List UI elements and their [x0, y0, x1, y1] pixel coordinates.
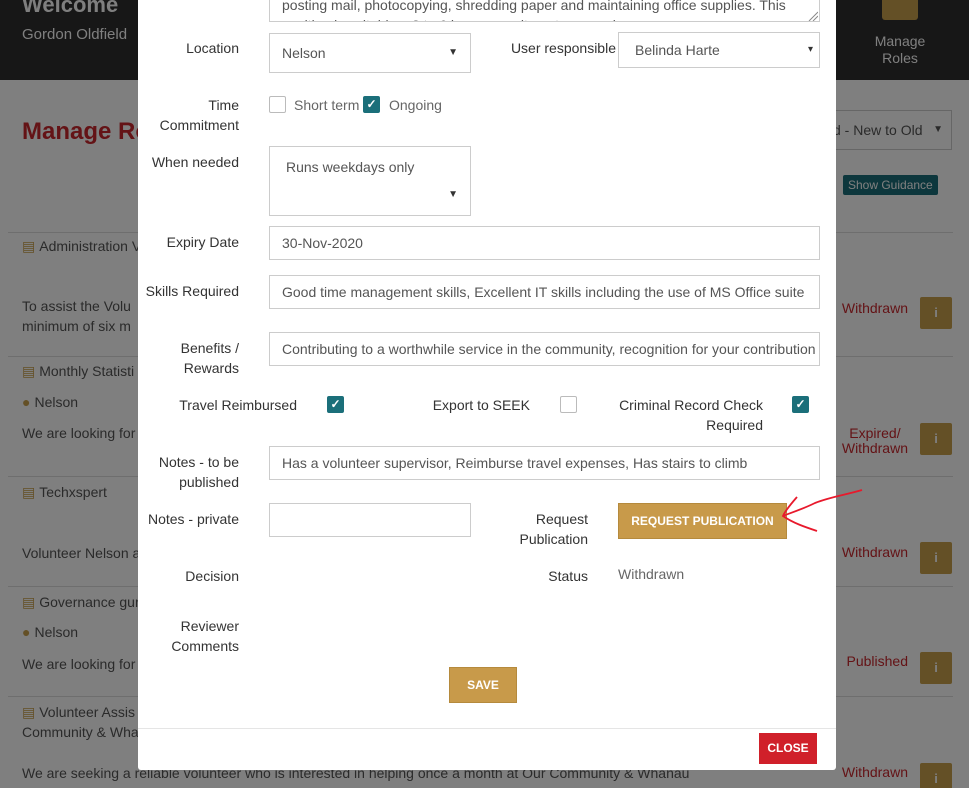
- location-select[interactable]: Nelson ▼: [269, 33, 471, 73]
- notes-private-input[interactable]: [269, 503, 471, 537]
- criminal-record-check-checkbox[interactable]: ✓: [792, 396, 809, 413]
- benefits-rewards-label: Benefits / Rewards: [180, 340, 239, 376]
- notes-published-input[interactable]: Has a volunteer supervisor, Reimburse tr…: [269, 446, 820, 480]
- user-responsible-label: User responsible: [510, 40, 616, 56]
- description-text: posting mail, photocopying, shredding pa…: [282, 0, 786, 21]
- ongoing-checkbox[interactable]: ✓: [363, 96, 380, 113]
- short-term-checkbox[interactable]: [269, 96, 286, 113]
- skills-required-input[interactable]: Good time management skills, Excellent I…: [269, 275, 820, 309]
- travel-reimbursed-label: Travel Reimbursed: [179, 397, 297, 413]
- caret-down-icon: ▼: [448, 47, 458, 58]
- location-label: Location: [186, 40, 239, 56]
- travel-reimbursed-checkbox[interactable]: ✓: [327, 396, 344, 413]
- when-needed-value: Runs weekdays only: [286, 159, 415, 175]
- notes-published-value: Has a volunteer supervisor, Reimburse tr…: [282, 455, 748, 471]
- save-button[interactable]: SAVE: [449, 667, 517, 703]
- description-textarea[interactable]: posting mail, photocopying, shredding pa…: [269, 0, 820, 22]
- caret-down-icon: ▾: [807, 44, 813, 55]
- criminal-record-check-label: Criminal Record Check Required: [619, 397, 763, 433]
- annotation-arrow-icon: [781, 489, 863, 532]
- skills-required-value: Good time management skills, Excellent I…: [282, 284, 805, 300]
- export-to-seek-label: Export to SEEK: [432, 397, 530, 413]
- benefits-rewards-input[interactable]: Contributing to a worthwhile service in …: [269, 332, 820, 366]
- skills-required-label: Skills Required: [145, 283, 239, 299]
- user-responsible-select[interactable]: Belinda Harte ▾: [618, 32, 820, 68]
- modal-footer: [138, 728, 836, 729]
- expiry-date-value: 30-Nov-2020: [282, 235, 363, 251]
- request-publication-button[interactable]: REQUEST PUBLICATION: [618, 503, 787, 539]
- checkmark-icon: ✓: [795, 397, 806, 411]
- location-value: Nelson: [282, 45, 326, 61]
- close-button[interactable]: CLOSE: [759, 733, 817, 764]
- when-needed-select[interactable]: Runs weekdays only ▼: [269, 146, 471, 216]
- decision-label: Decision: [185, 568, 239, 584]
- user-responsible-value: Belinda Harte: [635, 42, 720, 58]
- status-label: Status: [548, 568, 588, 584]
- status-value: Withdrawn: [618, 566, 685, 582]
- request-publication-label: Request Publication: [519, 511, 589, 547]
- reviewer-comments-label: Reviewer Comments: [171, 618, 239, 654]
- expiry-date-label: Expiry Date: [166, 234, 239, 250]
- time-commitment-label: Time Commitment: [159, 97, 239, 133]
- notes-published-label: Notes - to be published: [158, 454, 239, 490]
- notes-private-label: Notes - private: [147, 511, 239, 527]
- benefits-rewards-value: Contributing to a worthwhile service in …: [282, 341, 816, 357]
- caret-down-icon: ▼: [448, 189, 458, 200]
- expiry-date-input[interactable]: 30-Nov-2020: [269, 226, 820, 260]
- resize-handle-icon[interactable]: [808, 8, 819, 22]
- short-term-label[interactable]: Short term: [294, 97, 359, 113]
- checkmark-icon: ✓: [366, 97, 377, 111]
- checkmark-icon: ✓: [330, 397, 341, 411]
- edit-role-modal: posting mail, photocopying, shredding pa…: [138, 0, 836, 770]
- export-to-seek-checkbox[interactable]: [560, 396, 577, 413]
- ongoing-label[interactable]: Ongoing: [389, 97, 442, 113]
- when-needed-label: When needed: [151, 154, 239, 170]
